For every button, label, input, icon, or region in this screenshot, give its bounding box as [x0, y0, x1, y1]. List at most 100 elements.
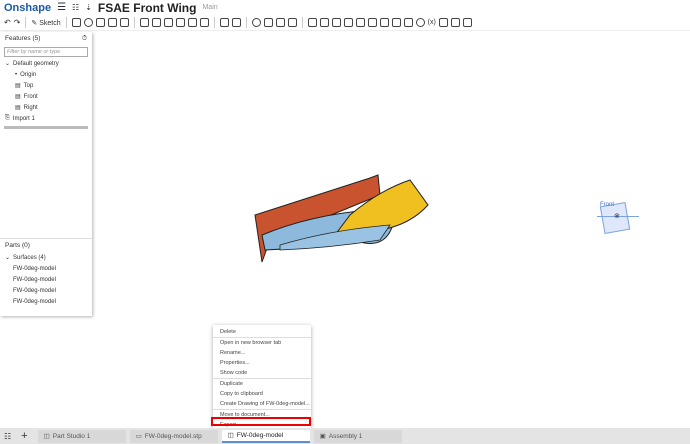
flange-icon[interactable] [391, 18, 401, 27]
surface-item[interactable]: FW-0deg-model [0, 285, 92, 296]
feature-label: Origin [20, 71, 37, 78]
view-cube[interactable]: Front ⊗ [597, 200, 639, 236]
onshape-logo[interactable]: Onshape [4, 2, 51, 14]
menu-item-delete[interactable]: Delete [213, 327, 311, 337]
surfaces-label: Surfaces (4) [13, 254, 46, 261]
plane-icon[interactable] [307, 18, 317, 27]
part-studio-icon: ◫ [43, 433, 50, 440]
loft-icon[interactable] [107, 18, 117, 27]
insert-icon[interactable]: ⇣ [85, 3, 92, 12]
surface-item[interactable]: FW-0deg-model [0, 296, 92, 307]
checklist-icon[interactable] [462, 18, 472, 27]
parts-title: Parts (0) [5, 242, 30, 249]
panel-scrollbar[interactable] [4, 126, 88, 129]
branch-label[interactable]: Main [202, 4, 217, 11]
menu-item-properties[interactable]: Properties... [213, 358, 311, 368]
part-studio-icon: ◫ [227, 432, 234, 439]
feature-item-right[interactable]: ▤ Right [0, 102, 92, 113]
surface-icon[interactable] [355, 18, 365, 27]
feature-filter-input[interactable]: Filter by name or type [4, 47, 88, 57]
revolve-icon[interactable] [83, 18, 93, 27]
sketch-label: Sketch [39, 19, 61, 27]
surfaces-group[interactable]: ⌄ Surfaces (4) [0, 252, 92, 263]
tab-part-studio-1[interactable]: ◫ Part Studio 1 [37, 429, 126, 443]
menu-item-open-new-tab[interactable]: Open in new browser tab [213, 338, 311, 348]
tab-context-menu: Delete Open in new browser tab Rename...… [213, 325, 311, 431]
surface-label: FW-0deg-model [13, 276, 56, 283]
surface-item[interactable]: FW-0deg-model [0, 274, 92, 285]
feature-panel: Features (5) ⏱ Filter by name or type ⌄ De… [0, 32, 92, 316]
pattern-icon[interactable] [219, 18, 229, 27]
menu-item-copy-clipboard[interactable]: Copy to clipboard [213, 389, 311, 399]
extrude-icon[interactable] [71, 18, 81, 27]
rollback-icon[interactable]: ⏱ [82, 35, 87, 43]
surface-label: FW-0deg-model [13, 265, 56, 272]
file-icon: ▭ [135, 433, 142, 440]
variable-icon[interactable]: (x) [428, 19, 436, 26]
feature-item-import[interactable]: ⎘ Import 1 [0, 113, 92, 124]
shell-icon[interactable] [187, 18, 197, 27]
chamfer-icon[interactable] [151, 18, 161, 27]
plane-icon: ▤ [15, 94, 21, 100]
default-geometry-label: Default geometry [13, 60, 59, 67]
redo-icon[interactable]: ↷ [14, 18, 21, 27]
undo-icon[interactable]: ↶ [4, 18, 11, 27]
add-tab-icon[interactable]: + [21, 430, 27, 442]
boolean-icon[interactable] [251, 18, 261, 27]
features-title: Features (5) [5, 35, 41, 42]
rib-icon[interactable] [175, 18, 185, 27]
offset-icon[interactable] [367, 18, 377, 27]
chevron-down-icon[interactable]: ⌄ [5, 254, 10, 261]
menu-item-show-code[interactable]: Show code [213, 368, 311, 378]
surface-label: FW-0deg-model [13, 287, 56, 294]
fillet-icon[interactable] [139, 18, 149, 27]
mirror-icon[interactable] [231, 18, 241, 27]
measure-icon[interactable] [415, 18, 425, 27]
menu-item-rename[interactable]: Rename... [213, 348, 311, 358]
hole-icon[interactable] [199, 18, 209, 27]
view-cube-label: Front [600, 202, 615, 208]
sheet-metal-icon[interactable] [379, 18, 389, 27]
chevron-down-icon[interactable]: ⌄ [5, 60, 10, 67]
tab-fw-0deg-model[interactable]: ◫ FW-0deg-model [221, 429, 310, 443]
tab-label: FW-0deg-model.stp [144, 432, 202, 440]
surface-label: FW-0deg-model [13, 298, 56, 305]
tab-label: FW-0deg-model [236, 431, 284, 439]
origin-marker-icon: ⊗ [614, 213, 620, 220]
import-icon: ⎘ [5, 115, 10, 121]
frame-icon[interactable] [403, 18, 413, 27]
mate-connector-icon[interactable] [319, 18, 329, 27]
tab-bar: ☷ + ◫ Part Studio 1 ▭ FW-0deg-model.stp ◫ F… [0, 428, 690, 444]
front-wing-model[interactable] [250, 170, 440, 270]
menu-item-create-drawing[interactable]: Create Drawing of FW-0deg-model... [213, 399, 311, 409]
list-icon[interactable]: ☷ [72, 3, 79, 12]
tab-manager-icon[interactable]: ☷ [4, 432, 11, 441]
custom-feature-icon[interactable] [450, 18, 460, 27]
feature-item-front[interactable]: ▤ Front [0, 91, 92, 102]
document-title[interactable]: FSAE Front Wing [98, 1, 197, 15]
draft-icon[interactable] [163, 18, 173, 27]
delete-part-icon[interactable] [287, 18, 297, 27]
tab-fw-stp[interactable]: ▭ FW-0deg-model.stp [129, 429, 218, 443]
helix-icon[interactable] [331, 18, 341, 27]
header: Onshape ☰ ☷ ⇣ FSAE Front Wing Main [0, 0, 690, 15]
feature-item-top[interactable]: ▤ Top [0, 80, 92, 91]
tab-label: Part Studio 1 [52, 432, 91, 440]
curve-icon[interactable] [343, 18, 353, 27]
surface-item[interactable]: FW-0deg-model [0, 263, 92, 274]
menu-icon[interactable]: ☰ [57, 2, 66, 13]
feature-studio-icon[interactable] [438, 18, 448, 27]
sketch-button[interactable]: ✎ Sketch [31, 19, 60, 27]
tab-label: Assembly 1 [328, 432, 363, 440]
sweep-icon[interactable] [95, 18, 105, 27]
tab-assembly-1[interactable]: ▣ Assembly 1 [313, 429, 402, 443]
thicken-icon[interactable] [119, 18, 129, 27]
feature-label: Right [23, 104, 38, 111]
split-icon[interactable] [263, 18, 273, 27]
export-highlight-box [211, 417, 311, 426]
transform-icon[interactable] [275, 18, 285, 27]
feature-label: Front [23, 93, 38, 100]
default-geometry-group[interactable]: ⌄ Default geometry [0, 58, 92, 69]
menu-item-duplicate[interactable]: Duplicate [213, 379, 311, 389]
feature-item-origin[interactable]: • Origin [0, 69, 92, 80]
